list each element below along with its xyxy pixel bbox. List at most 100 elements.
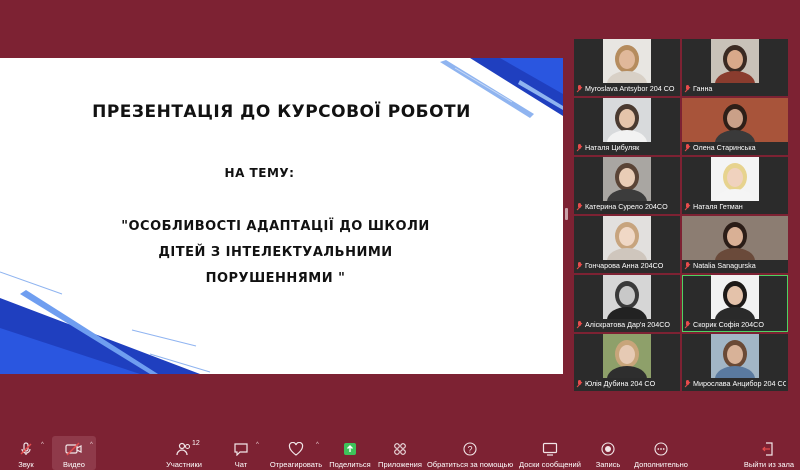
- participant-name: Олена Старинська: [693, 143, 756, 152]
- participant-body: [607, 366, 647, 378]
- participant-body: [607, 189, 647, 201]
- heart-icon: [286, 439, 306, 459]
- record-button[interactable]: Запись: [592, 436, 624, 470]
- participant-name-label: Мирослава Анцибор 204 CO: [684, 379, 786, 389]
- leave-label: Выйти из зала: [743, 460, 795, 469]
- participant-name-label: Аліскратова Дар'я 204CO: [576, 320, 678, 330]
- participant-tile[interactable]: Ганна: [682, 39, 788, 96]
- participant-tile[interactable]: Natalia Sanagurska: [682, 216, 788, 273]
- record-icon: [598, 439, 618, 459]
- participant-body: [715, 248, 755, 260]
- participant-video: [603, 157, 651, 201]
- participant-name: Наталя Гетман: [693, 202, 743, 211]
- slide-subject-line: "ОСОБЛИВОСТІ АДАПТАЦІЇ ДО ШКОЛИ: [121, 219, 430, 234]
- chat-options-chevron-icon[interactable]: ^: [256, 442, 259, 448]
- more-icon: [651, 439, 671, 459]
- participant-name-label: Наталя Цибуляк: [576, 143, 678, 153]
- more-label: Дополнительно: [634, 460, 688, 469]
- leave-button[interactable]: Выйти из зала: [742, 436, 796, 470]
- slide-topic-label: НА ТЕМУ:: [224, 166, 295, 180]
- participant-body: [607, 307, 647, 319]
- muted-mic-icon: [684, 380, 691, 388]
- participant-tile[interactable]: Myroslava Antsybor 204 CO: [574, 39, 680, 96]
- chat-button[interactable]: Чат: [226, 436, 256, 470]
- participant-video: [711, 39, 759, 83]
- share-button[interactable]: Поделиться: [328, 436, 372, 470]
- participants-count-badge: 12: [192, 440, 200, 447]
- apps-icon: [390, 439, 410, 459]
- muted-mic-icon: [576, 262, 583, 270]
- participant-name-label: Олена Старинська: [684, 143, 786, 153]
- share-screen-icon: [340, 439, 360, 459]
- whiteboards-label: Доски сообщений: [519, 460, 581, 469]
- participant-name: Natalia Sanagurska: [693, 261, 756, 270]
- participant-tile[interactable]: Олена Старинська: [682, 98, 788, 155]
- shared-screen-slide: ПРЕЗЕНТАЦІЯ ДО КУРСОВОЇ РОБОТИ НА ТЕМУ: …: [0, 58, 563, 374]
- participant-name-label: Катерина Сурело 204CO: [576, 202, 678, 212]
- participant-name-label: Myroslava Antsybor 204 CO: [576, 84, 678, 94]
- muted-mic-icon: [576, 144, 583, 152]
- participant-face: [619, 227, 635, 246]
- apps-button[interactable]: Приложения: [378, 436, 422, 470]
- participants-gallery: Myroslava Antsybor 204 CO Ганна Наталя Циб…: [574, 37, 788, 397]
- participant-body: [607, 130, 647, 142]
- participant-video: [711, 157, 759, 201]
- participant-video: [603, 98, 651, 142]
- participant-face: [619, 286, 635, 305]
- video-options-chevron-icon[interactable]: ^: [90, 442, 93, 448]
- slide-subject: "ОСОБЛИВОСТІ АДАПТАЦІЇ ДО ШКОЛИ ДІТЕЙ З …: [0, 214, 557, 292]
- participant-face: [727, 50, 743, 69]
- participant-name: Катерина Сурело 204CO: [585, 202, 668, 211]
- participant-body: [715, 71, 755, 83]
- splitter-handle[interactable]: [565, 208, 568, 220]
- participant-tile[interactable]: Аліскратова Дар'я 204CO: [574, 275, 680, 332]
- participant-tile[interactable]: Наталя Гетман: [682, 157, 788, 214]
- participant-tile[interactable]: Катерина Сурело 204CO: [574, 157, 680, 214]
- participant-body: [607, 248, 647, 260]
- participant-face: [619, 109, 635, 128]
- participant-name: Мирослава Анцибор 204 CO: [693, 379, 786, 388]
- muted-mic-icon: [684, 321, 691, 329]
- muted-mic-icon: [684, 144, 691, 152]
- participant-name-label: Гончарова Анна 204CO: [576, 261, 678, 271]
- help-button[interactable]: ? Обратиться за помощью: [427, 436, 513, 470]
- audio-options-chevron-icon[interactable]: ^: [41, 442, 44, 448]
- participant-tile[interactable]: Гончарова Анна 204CO: [574, 216, 680, 273]
- whiteboards-button[interactable]: Доски сообщений: [518, 436, 582, 470]
- muted-mic-icon: [684, 203, 691, 211]
- apps-label: Приложения: [378, 460, 422, 469]
- participant-face: [619, 168, 635, 187]
- participant-video: [711, 334, 759, 378]
- participant-name-label: Юлія Дубина 204 CO: [576, 379, 678, 389]
- participant-tile[interactable]: Юлія Дубина 204 CO: [574, 334, 680, 391]
- muted-mic-icon: [576, 203, 583, 211]
- participants-label: Участники: [166, 460, 202, 469]
- participant-tile[interactable]: Скорик Софія 204CO: [682, 275, 788, 332]
- svg-text:?: ?: [467, 445, 472, 455]
- participant-name: Гончарова Анна 204CO: [585, 261, 664, 270]
- meeting-toolbar: Звук ^ Видео ^ Участники 12 Чат ^ Отреаг…: [0, 436, 800, 470]
- participant-face: [727, 286, 743, 305]
- react-label: Отреагировать: [269, 460, 323, 469]
- audio-button[interactable]: Звук: [8, 436, 44, 470]
- participant-name: Юлія Дубина 204 CO: [585, 379, 656, 388]
- share-label: Поделиться: [329, 460, 371, 469]
- video-off-icon: [64, 439, 84, 459]
- participant-name: Ганна: [693, 84, 713, 93]
- participant-video: [603, 275, 651, 319]
- participant-name: Аліскратова Дар'я 204CO: [585, 320, 670, 329]
- react-options-chevron-icon[interactable]: ^: [316, 442, 319, 448]
- participant-tile[interactable]: Наталя Цибуляк: [574, 98, 680, 155]
- participant-name-label: Наталя Гетман: [684, 202, 786, 212]
- participant-tile[interactable]: Мирослава Анцибор 204 CO: [682, 334, 788, 391]
- participant-name-label: Ганна: [684, 84, 786, 94]
- participant-name-label: Скорик Софія 204CO: [684, 320, 786, 330]
- leave-room-icon: [759, 439, 779, 459]
- slide-subject-line: ДІТЕЙ З ІНТЕЛЕКТУАЛЬНИМИ: [158, 245, 393, 260]
- more-button[interactable]: Дополнительно: [632, 436, 690, 470]
- muted-mic-icon: [576, 85, 583, 93]
- meeting-stage: ПРЕЗЕНТАЦІЯ ДО КУРСОВОЇ РОБОТИ НА ТЕМУ: …: [0, 0, 800, 436]
- participant-name-label: Natalia Sanagurska: [684, 261, 786, 271]
- participant-video: [682, 98, 788, 142]
- participant-body: [607, 71, 647, 83]
